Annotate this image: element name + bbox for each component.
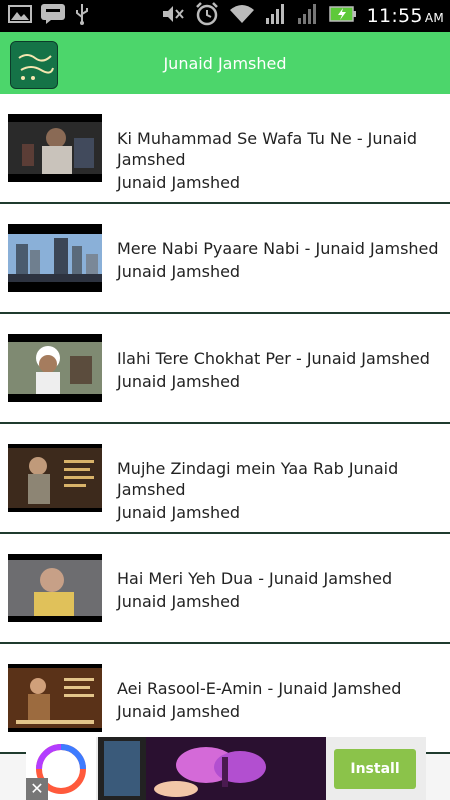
list-item[interactable]: Ilahi Tere Chokhat Per - Junaid Jamshed … bbox=[0, 314, 450, 424]
video-thumbnail bbox=[8, 554, 102, 622]
status-bar: 11:55 AM bbox=[0, 0, 450, 32]
list-item[interactable]: Ki Muhammad Se Wafa Tu Ne - Junaid Jamsh… bbox=[0, 94, 450, 204]
usb-icon bbox=[74, 3, 90, 29]
video-thumbnail bbox=[8, 224, 102, 292]
video-list[interactable]: Ki Muhammad Se Wafa Tu Ne - Junaid Jamsh… bbox=[0, 94, 450, 754]
image-icon bbox=[8, 4, 32, 28]
video-artist: Junaid Jamshed bbox=[117, 372, 241, 391]
list-item[interactable]: Hai Meri Yeh Dua - Junaid Jamshed Junaid… bbox=[0, 534, 450, 644]
ad-banner[interactable]: Install bbox=[26, 737, 426, 800]
signal-icon bbox=[297, 3, 319, 29]
alarm-icon bbox=[195, 2, 219, 30]
wifi-icon bbox=[229, 4, 255, 28]
video-artist: Junaid Jamshed bbox=[117, 262, 241, 281]
video-title: Ilahi Tere Chokhat Per - Junaid Jamshed bbox=[117, 349, 430, 368]
ad-close-button[interactable]: ✕ bbox=[26, 778, 48, 800]
install-button[interactable]: Install bbox=[334, 749, 416, 789]
video-artist: Junaid Jamshed bbox=[117, 702, 241, 721]
video-thumbnail bbox=[8, 664, 102, 732]
app-bar: Junaid Jamshed bbox=[0, 32, 450, 94]
chat-icon bbox=[40, 3, 66, 29]
video-artist: Junaid Jamshed bbox=[117, 503, 241, 522]
video-artist: Junaid Jamshed bbox=[117, 592, 241, 611]
video-title: Aei Rasool-E-Amin - Junaid Jamshed bbox=[117, 679, 402, 698]
list-item[interactable]: Mujhe Zindagi mein Yaa Rab Junaid Jamshe… bbox=[0, 424, 450, 534]
video-thumbnail bbox=[8, 334, 102, 402]
app-title: Junaid Jamshed bbox=[163, 54, 287, 73]
clock: 11:55 AM bbox=[366, 5, 444, 27]
video-artist: Junaid Jamshed bbox=[117, 173, 241, 192]
signal-icon bbox=[265, 3, 287, 29]
video-thumbnail bbox=[8, 114, 102, 182]
video-title: Mujhe Zindagi mein Yaa Rab Junaid Jamshe… bbox=[117, 459, 399, 499]
video-title: Ki Muhammad Se Wafa Tu Ne - Junaid Jamsh… bbox=[117, 129, 418, 169]
list-item[interactable]: Mere Nabi Pyaare Nabi - Junaid Jamshed J… bbox=[0, 204, 450, 314]
video-title: Mere Nabi Pyaare Nabi - Junaid Jamshed bbox=[117, 239, 439, 258]
video-title: Hai Meri Yeh Dua - Junaid Jamshed bbox=[117, 569, 393, 588]
battery-charging-icon bbox=[328, 6, 357, 26]
video-thumbnail bbox=[8, 444, 102, 512]
mute-icon bbox=[161, 3, 185, 29]
